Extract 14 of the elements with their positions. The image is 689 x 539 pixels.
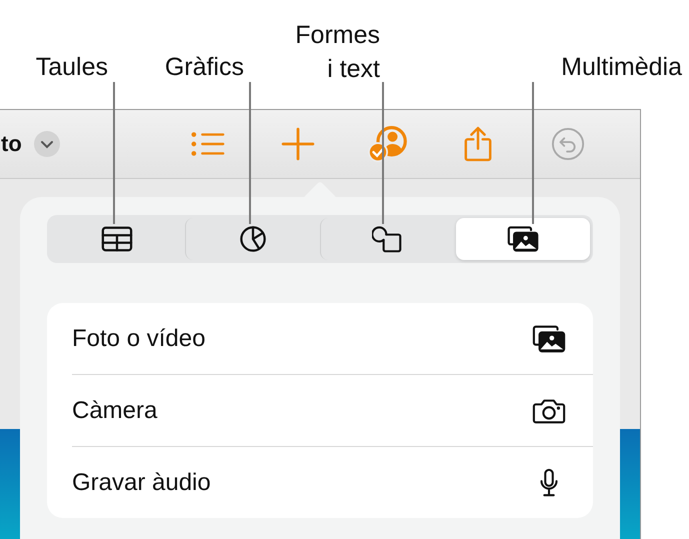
menu-item[interactable]: Foto o vídeo [72,303,593,374]
callout-label: Gràfics [164,52,244,82]
table-icon [101,225,134,253]
photos-icon [506,225,539,253]
photos-icon [532,324,566,354]
callout-label: Multimèdia [561,52,682,82]
document-title: to [1,131,22,157]
callout-label: Formes i text [294,20,380,85]
shapes-icon [372,225,404,253]
menu-item[interactable]: Gravar àudio [72,446,593,518]
callout-label: Taules [36,52,108,82]
chevron-down-icon[interactable] [34,131,60,157]
media-tab[interactable] [456,218,590,260]
menu-item[interactable]: Càmera [72,374,593,446]
